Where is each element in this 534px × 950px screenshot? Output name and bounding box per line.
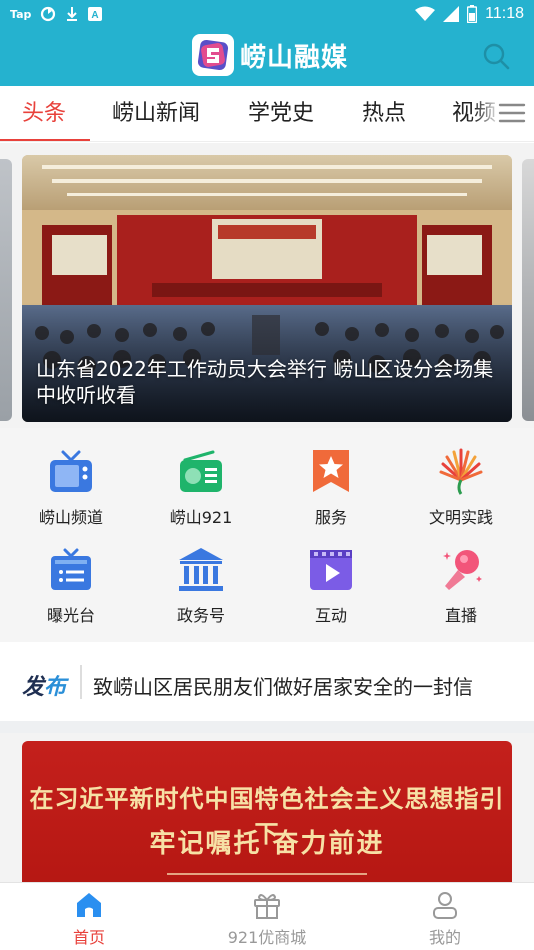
grid-label: 互动 — [314, 606, 347, 625]
grid-label: 曝光台 — [46, 606, 95, 625]
battery-icon — [467, 5, 478, 23]
grid-item-services[interactable]: 服务 — [271, 448, 391, 538]
carousel-caption: 山东省2022年工作动员大会举行 崂山区设分会场集中收听收看 — [36, 357, 494, 407]
nav-label: 首页 — [72, 928, 105, 947]
app-logo-group: 崂山融媒 — [192, 34, 348, 76]
user-icon — [433, 892, 457, 919]
app-logo-icon — [192, 34, 234, 76]
carousel-prev-peek[interactable] — [0, 159, 12, 421]
carousel-next-peek[interactable] — [522, 159, 534, 421]
government-building-icon — [179, 548, 223, 591]
wifi-icon — [415, 6, 436, 21]
svg-text:A: A — [92, 10, 99, 21]
section-divider — [0, 721, 534, 733]
grid-label: 崂山频道 — [38, 508, 103, 527]
radio-icon — [180, 450, 222, 492]
carousel-slide[interactable]: 山东省2022年工作动员大会举行 崂山区设分会场集中收听收看 — [22, 155, 512, 422]
grid-label: 崂山921 — [169, 508, 233, 527]
grid-item-civilization-practice[interactable]: 文明实践 — [401, 448, 521, 538]
announcement-badge: 发布 — [22, 675, 67, 700]
grid-item-exposure[interactable]: 曝光台 — [11, 546, 131, 636]
status-bar: Tap A 11:18 — [0, 0, 534, 28]
app-title: 崂山融媒 — [240, 42, 349, 73]
category-tabs: 头条 崂山新闻 学党史 热点 视频 — [0, 86, 534, 142]
signal-icon — [443, 6, 460, 22]
sync-icon — [41, 6, 56, 22]
grid-label: 政务号 — [176, 606, 225, 625]
tv-icon — [50, 450, 92, 492]
a-app-icon: A — [88, 7, 103, 21]
headline-carousel: 山东省2022年工作动员大会举行 崂山区设分会场集中收听收看 — [0, 143, 534, 428]
service-grid: 崂山频道 崂山921 服务 文明实践 曝光台 政务号 互动 直播 — [0, 428, 534, 642]
grid-item-interaction[interactable]: 互动 — [271, 546, 391, 636]
promo-banner[interactable]: 在习近平新时代中国特色社会主义思想指引下 牢记嘱托 奋力前进 — [22, 741, 512, 891]
nav-profile[interactable]: 我的 — [356, 883, 534, 950]
announcement-text[interactable]: 致崂山区居民朋友们做好居家安全的一封信 — [93, 671, 513, 700]
grid-item-laoshan-921[interactable]: 崂山921 — [141, 448, 261, 538]
nav-home[interactable]: 首页 — [0, 883, 178, 950]
microphone-icon — [443, 550, 482, 590]
banner-rule — [167, 873, 367, 875]
active-tab-indicator — [0, 139, 90, 141]
grid-item-live[interactable]: 直播 — [401, 546, 521, 636]
download-icon — [67, 7, 78, 21]
search-icon[interactable] — [482, 42, 510, 70]
tab-party-history[interactable]: 学党史 — [248, 86, 314, 141]
status-tap-label: Tap — [10, 7, 32, 21]
nav-label: 921优商城 — [227, 928, 307, 947]
app-header: 崂山融媒 — [0, 28, 534, 86]
nav-label: 我的 — [428, 928, 461, 947]
bottom-navigation: 首页 921优商城 我的 — [0, 882, 534, 950]
menu-icon[interactable] — [498, 102, 526, 124]
home-icon — [77, 893, 101, 917]
banner-line-2: 牢记嘱托 奋力前进 — [149, 829, 385, 859]
civilization-emblem-icon — [439, 448, 483, 495]
grid-label: 服务 — [314, 508, 347, 527]
promo-banner-section: 在习近平新时代中国特色社会主义思想指引下 牢记嘱托 奋力前进 — [0, 733, 534, 891]
grid-label: 直播 — [444, 606, 477, 625]
nav-mall[interactable]: 921优商城 — [178, 883, 356, 950]
video-play-icon — [310, 550, 352, 590]
tab-laoshan-news[interactable]: 崂山新闻 — [112, 86, 200, 141]
grid-item-laoshan-channel[interactable]: 崂山频道 — [11, 448, 131, 538]
announcement-bar[interactable]: 发布 致崂山区居民朋友们做好居家安全的一封信 — [0, 643, 534, 723]
status-time: 11:18 — [485, 5, 524, 22]
gift-icon — [254, 894, 280, 919]
grid-item-government[interactable]: 政务号 — [141, 546, 261, 636]
announcement-divider — [80, 665, 82, 699]
tab-headlines[interactable]: 头条 — [22, 86, 66, 141]
exposure-box-icon — [51, 548, 91, 590]
bookmark-star-icon — [313, 450, 349, 492]
tab-hot-topics[interactable]: 热点 — [362, 86, 406, 141]
grid-label: 文明实践 — [428, 508, 493, 527]
